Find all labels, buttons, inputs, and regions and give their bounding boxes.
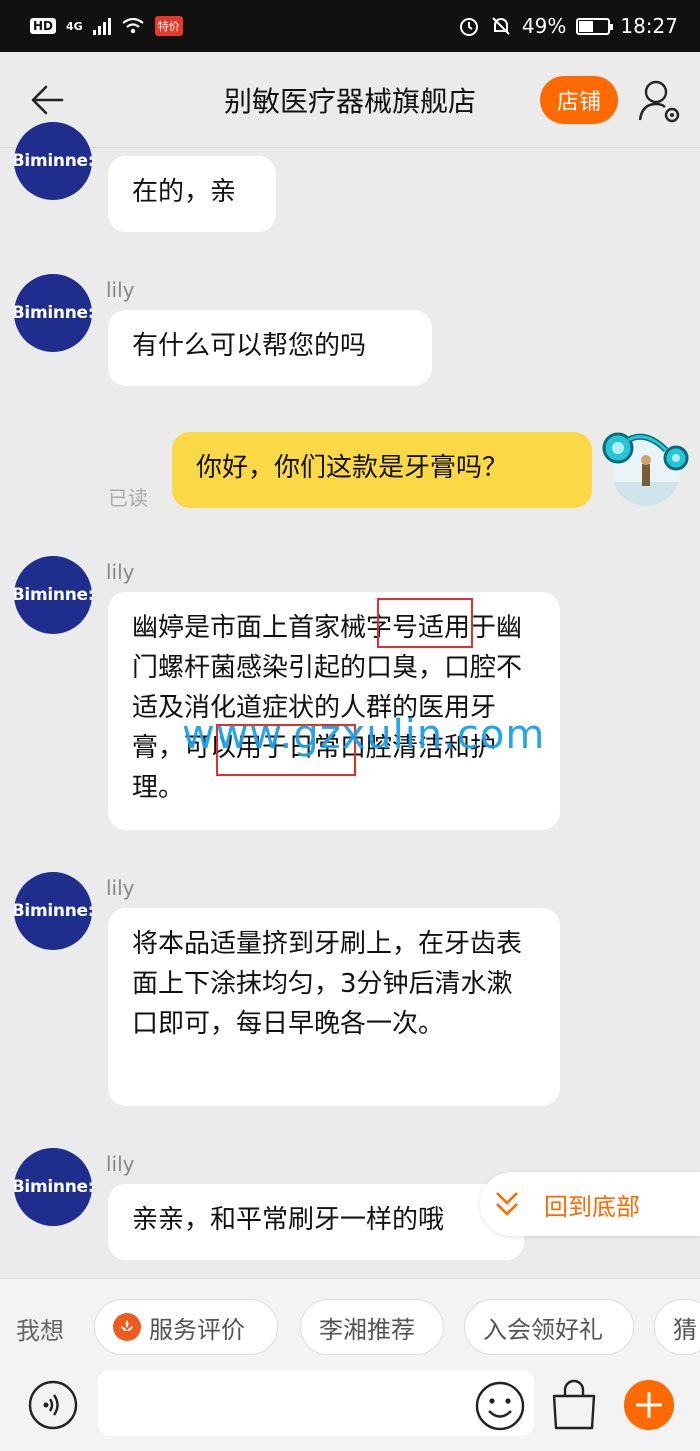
highlight-box <box>377 598 473 648</box>
double-chevron-down-icon <box>496 1192 518 1216</box>
battery-icon <box>576 17 614 35</box>
status-left: HD 4G 特价 <box>30 16 183 36</box>
battery-fill <box>579 20 594 32</box>
quick-reply-membership[interactable]: 入会领好礼 <box>464 1299 634 1355</box>
hd-badge: HD <box>30 18 57 34</box>
sender-name: lily <box>106 278 135 302</box>
emoji-icon[interactable] <box>474 1380 526 1432</box>
agent-avatar[interactable]: Biminne: <box>14 872 92 950</box>
message-bubble: 亲亲，和平常刷牙一样的哦 <box>108 1184 524 1260</box>
shop-button[interactable]: 店铺 <box>540 76 618 124</box>
network-type: 4G <box>66 19 83 33</box>
app-notification-badge: 特价 <box>154 16 183 36</box>
message-bubble: 有什么可以帮您的吗 <box>108 310 432 386</box>
quick-reply-bar: 我想 服务评价 李湘推荐 入会领好礼 猜 <box>0 1278 700 1374</box>
message-bubble: 在的，亲 <box>108 156 276 232</box>
alarm-icon <box>459 18 478 36</box>
mute-bell-icon <box>492 17 510 35</box>
chip-label: 服务评价 <box>149 1315 245 1344</box>
agent-avatar[interactable]: Biminne: <box>14 274 92 352</box>
wifi-icon <box>122 17 144 34</box>
status-bar: HD 4G 特价 49% 18:27 <box>0 0 700 52</box>
message-input[interactable] <box>98 1370 534 1436</box>
battery-percent: 49% <box>521 14 567 38</box>
user-settings-icon[interactable] <box>638 78 682 124</box>
input-bar <box>0 1370 700 1451</box>
chat-header: 别敏医疗器械旗舰店 店铺 <box>0 52 700 148</box>
status-right: 49% 18:27 <box>458 14 678 38</box>
message-bubble: 将本品适量挤到牙刷上，在牙齿表面上下涂抹均匀，3分钟后清水漱口即可，每日早晚各一… <box>108 908 560 1106</box>
sender-name: lily <box>106 1152 135 1176</box>
agent-avatar[interactable]: Biminne: <box>14 1148 92 1226</box>
quick-reply-label: 我想 <box>16 1317 64 1345</box>
clock: 18:27 <box>620 14 678 38</box>
signal-icon <box>92 17 111 35</box>
sender-name: lily <box>106 560 135 584</box>
plus-icon[interactable] <box>624 1380 674 1430</box>
scroll-to-bottom-button[interactable]: 回到底部 <box>480 1172 700 1236</box>
agent-avatar[interactable]: Biminne: <box>14 556 92 634</box>
quick-reply-recommend[interactable]: 李湘推荐 <box>300 1299 444 1355</box>
agent-avatar[interactable]: Biminne: <box>14 122 92 200</box>
user-avatar[interactable] <box>598 428 694 512</box>
quick-reply-guess[interactable]: 猜 <box>654 1299 700 1355</box>
sender-name: lily <box>106 876 135 900</box>
watermark: www.gzxulin.com <box>182 712 546 758</box>
message-bubble: 幽婷是市面上首家械字号适用于幽门螺杆菌感染引起的口臭，口腔不适及消化道症状的人群… <box>108 592 560 830</box>
voice-input-icon[interactable] <box>28 1380 78 1430</box>
shopping-bag-icon[interactable] <box>550 1378 598 1432</box>
quick-reply-service-rating[interactable]: 服务评价 <box>94 1299 278 1355</box>
my-message-bubble: 你好，你们这款是牙膏吗？ <box>172 432 592 508</box>
scroll-to-bottom-label: 回到底部 <box>544 1192 640 1221</box>
flower-icon <box>113 1313 141 1341</box>
read-status: 已读 <box>108 486 148 510</box>
